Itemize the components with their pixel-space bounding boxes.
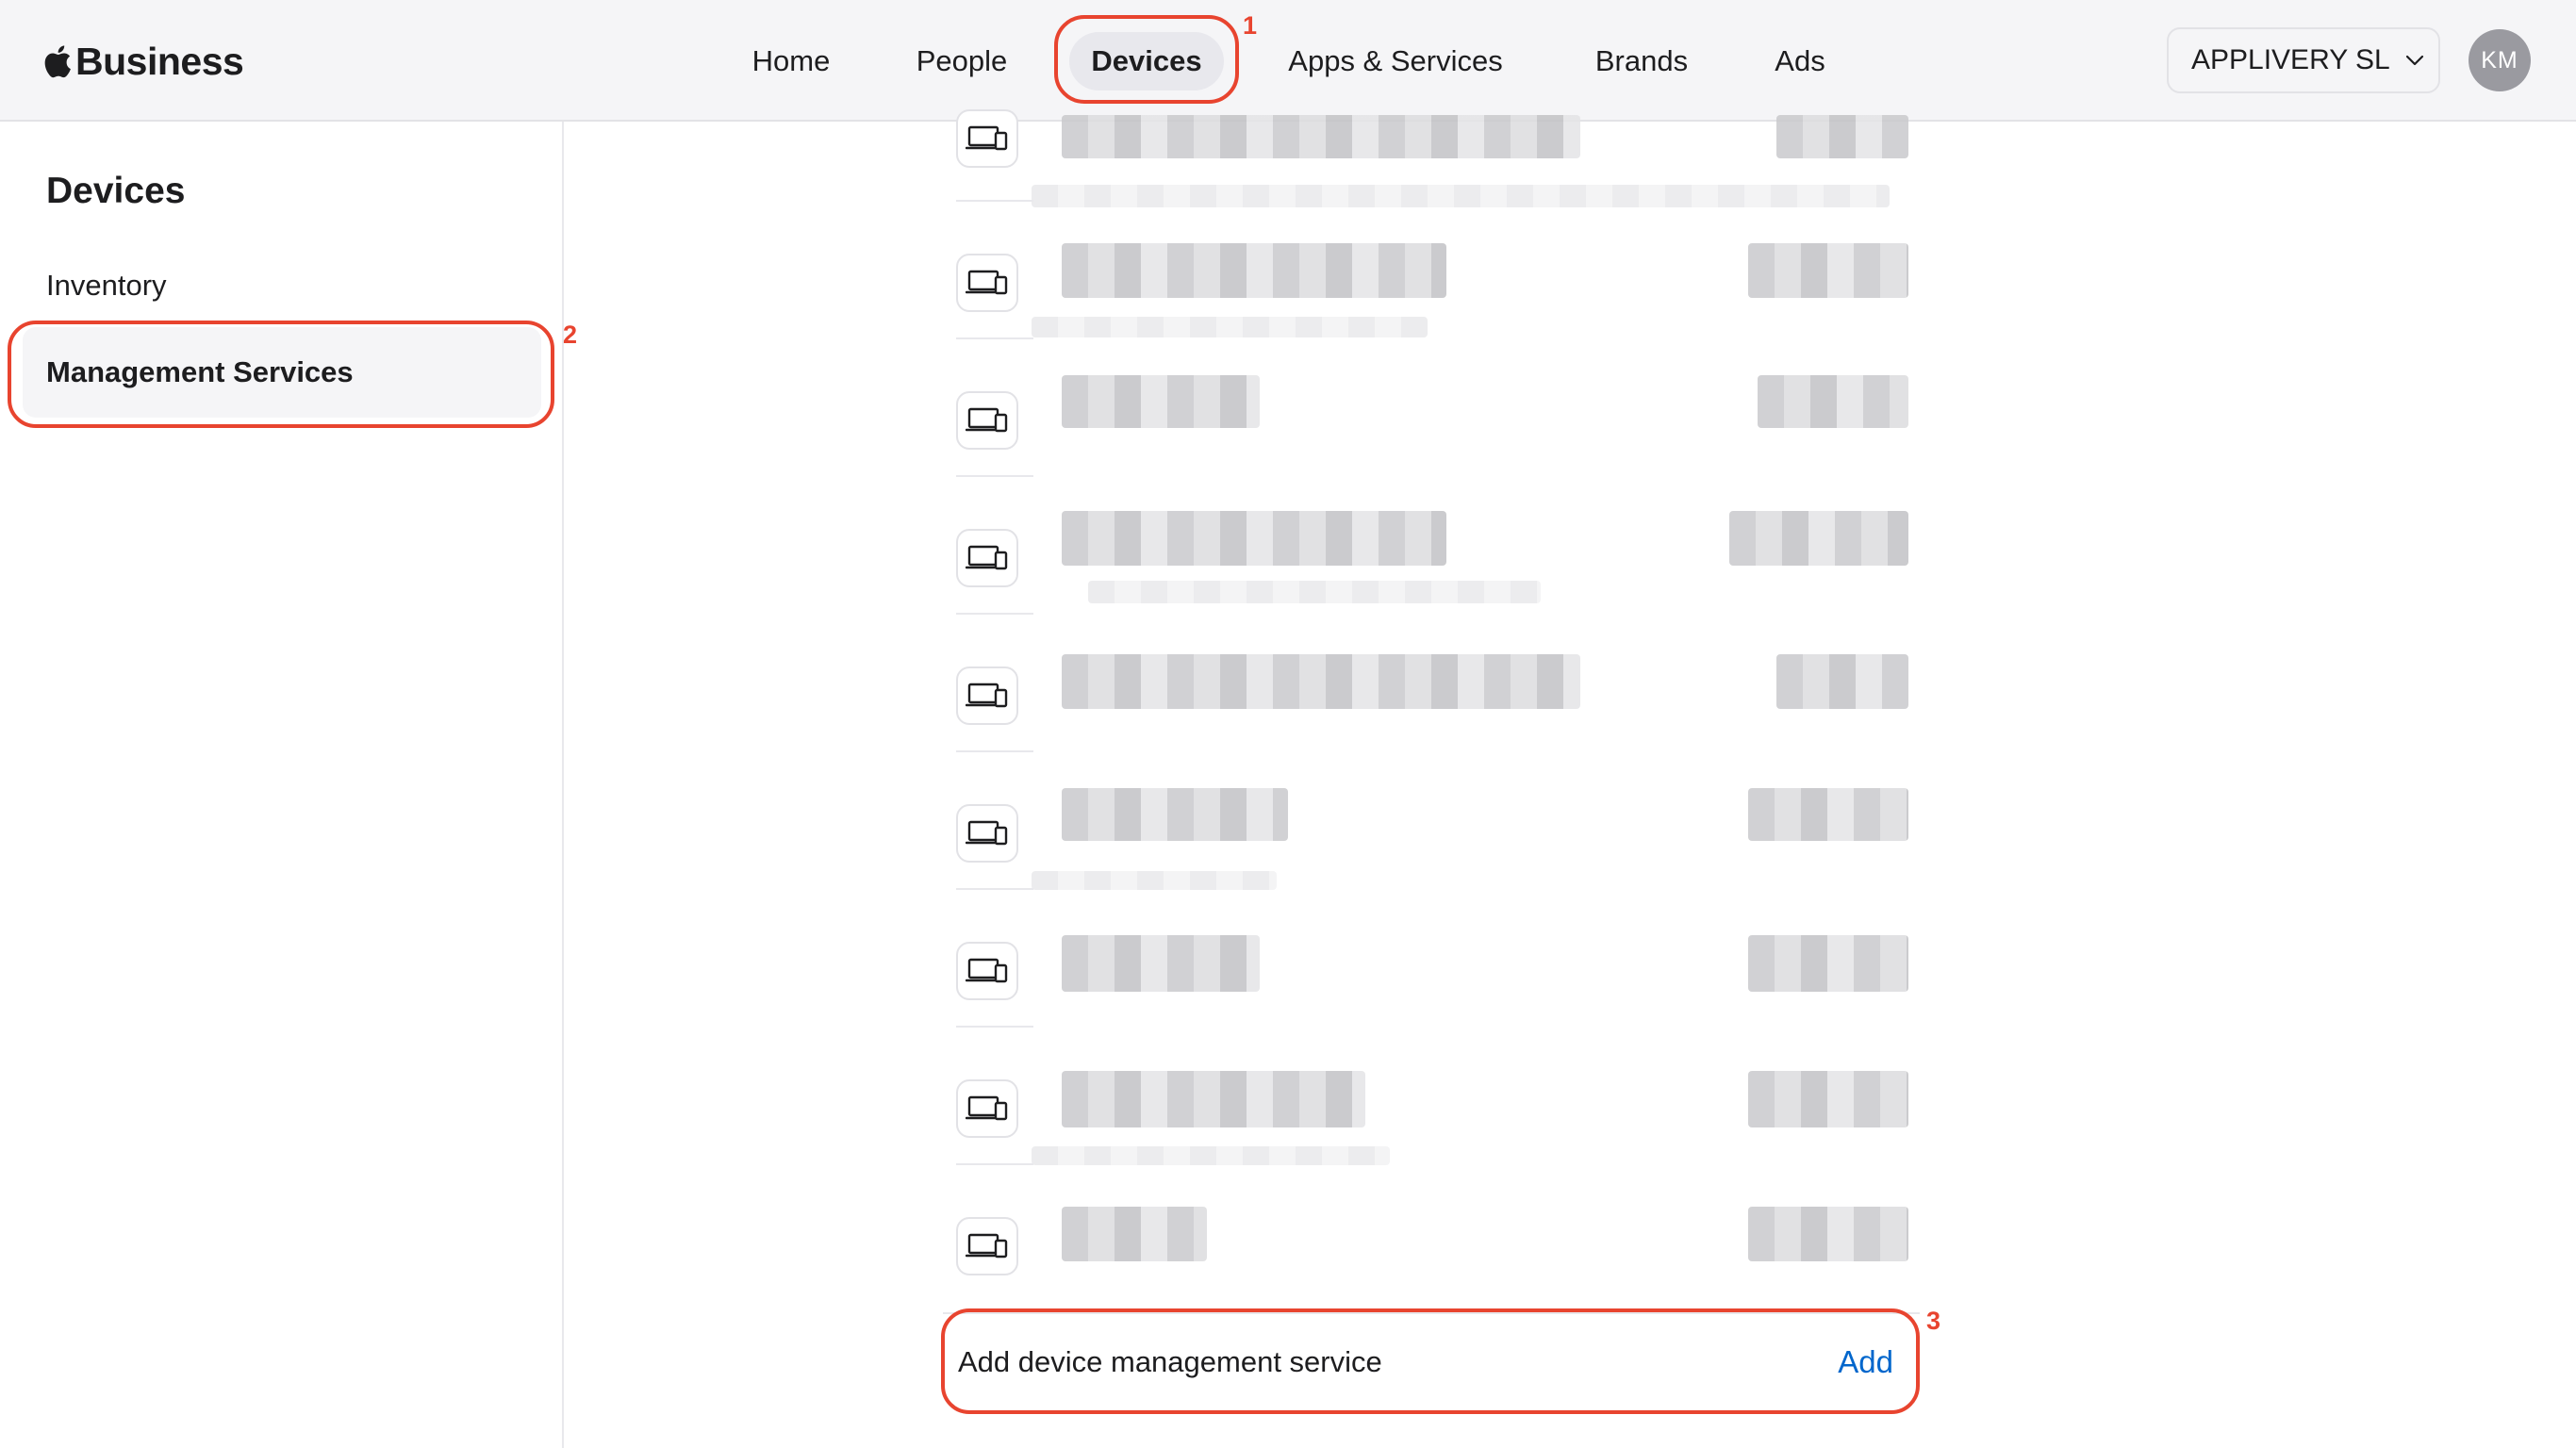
redacted-text xyxy=(1729,511,1908,566)
redacted-text xyxy=(1088,581,1541,603)
organization-name: APPLIVERY SL xyxy=(2191,44,2390,75)
list-item[interactable] xyxy=(956,200,1908,337)
sidebar-item-inventory[interactable]: Inventory xyxy=(46,269,167,303)
user-avatar[interactable]: KM xyxy=(2469,29,2531,91)
redacted-text xyxy=(1748,243,1908,298)
chevron-down-icon xyxy=(2405,55,2423,66)
devices-icon xyxy=(956,666,1018,725)
redacted-text xyxy=(1776,115,1908,158)
row-separator xyxy=(956,1163,1033,1165)
redacted-text xyxy=(1032,1146,1390,1165)
redacted-text xyxy=(1776,654,1908,709)
callout-number-3: 3 xyxy=(1926,1307,1941,1335)
devices-icon xyxy=(956,109,1018,168)
callout-highlight-devices xyxy=(1054,15,1239,104)
apple-business-logo[interactable]: Business xyxy=(43,34,244,89)
brand-name: Business xyxy=(75,39,244,83)
list-item[interactable] xyxy=(956,337,1908,475)
devices-icon xyxy=(956,529,1018,587)
redacted-text xyxy=(1062,1207,1207,1261)
callout-number-1: 1 xyxy=(1243,11,1258,40)
devices-icon xyxy=(956,804,1018,863)
redacted-text xyxy=(1062,243,1446,298)
list-item[interactable] xyxy=(956,475,1908,613)
row-separator xyxy=(956,475,1033,477)
redacted-text xyxy=(1748,1207,1908,1261)
list-item[interactable] xyxy=(956,613,1908,750)
row-separator xyxy=(956,200,1033,202)
redacted-text xyxy=(1062,115,1580,158)
row-separator xyxy=(956,337,1033,339)
list-item[interactable] xyxy=(956,1163,1908,1301)
row-separator xyxy=(956,613,1033,615)
redacted-text xyxy=(1062,1071,1365,1127)
redacted-text xyxy=(1062,511,1446,566)
redacted-text xyxy=(1062,935,1260,992)
devices-icon xyxy=(956,391,1018,450)
redacted-text xyxy=(1032,317,1428,337)
redacted-text xyxy=(1062,375,1260,428)
devices-icon xyxy=(956,1079,1018,1138)
sidebar-title: Devices xyxy=(46,171,186,211)
redacted-text xyxy=(1062,788,1288,841)
redacted-text xyxy=(1758,375,1908,428)
row-separator xyxy=(956,1026,1033,1028)
callout-highlight-management-services xyxy=(8,321,554,428)
list-item[interactable] xyxy=(956,1026,1908,1165)
redacted-text xyxy=(1748,788,1908,841)
nav-home[interactable]: Home xyxy=(732,32,850,90)
redacted-text xyxy=(1748,1071,1908,1127)
redacted-text xyxy=(1748,935,1908,992)
redacted-text xyxy=(1062,654,1580,709)
callout-highlight-add-service xyxy=(941,1308,1920,1414)
apple-logo-icon xyxy=(44,45,71,78)
list-item[interactable] xyxy=(956,750,1908,890)
devices-icon xyxy=(956,942,1018,1000)
list-item[interactable] xyxy=(956,888,1908,1026)
row-separator xyxy=(956,750,1033,752)
devices-icon xyxy=(956,1217,1018,1275)
row-separator xyxy=(956,888,1033,890)
devices-icon xyxy=(956,254,1018,312)
callout-number-2: 2 xyxy=(563,321,578,349)
organization-selector[interactable]: APPLIVERY SL xyxy=(2167,27,2440,93)
redacted-text xyxy=(1032,871,1277,890)
